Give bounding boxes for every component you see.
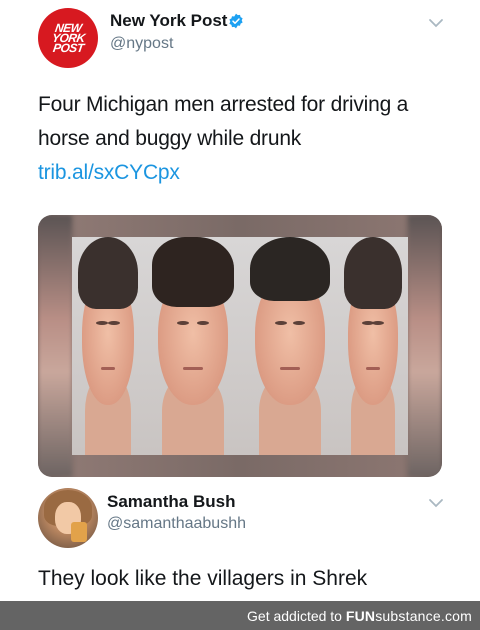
mugshot-4	[338, 237, 408, 455]
footer-brand-suffix: .com	[440, 608, 472, 624]
watermark-footer: Get addicted to FUNsubstance.com	[0, 601, 480, 630]
author-handle[interactable]: @nypost	[110, 35, 173, 53]
reply-text: They look like the villagers in Shrek	[38, 567, 368, 590]
footer-text[interactable]: Get addicted to FUNsubstance.com	[247, 608, 472, 624]
mugshot-2	[144, 237, 242, 455]
verified-badge-icon	[229, 13, 243, 29]
reply-author-name[interactable]: Samantha Bush	[107, 492, 235, 512]
footer-brand: FUNsubstance.com	[346, 608, 472, 624]
avatar-text-line-3: POST	[51, 41, 85, 55]
tweet-link[interactable]: trib.al/sxCYCpx	[38, 161, 180, 184]
photo-blur-edge-left	[38, 215, 72, 477]
footer-brand-bold: FUN	[345, 608, 376, 624]
author-name[interactable]: New York Post	[110, 11, 227, 31]
tweet-text: Four Michigan men arrested for driving a…	[38, 88, 448, 190]
photo-blur-edge-right	[408, 215, 442, 477]
chevron-down-icon[interactable]	[428, 18, 444, 28]
tweet-photo[interactable]	[38, 215, 442, 477]
mugshot-3	[242, 237, 338, 455]
samantha-avatar[interactable]	[38, 488, 98, 548]
reply-author-handle[interactable]: @samanthaabushh	[107, 515, 246, 533]
chevron-down-icon[interactable]	[428, 498, 444, 508]
nypost-avatar[interactable]: NEW YORK POST	[38, 8, 98, 68]
footer-prefix: Get addicted to	[247, 608, 342, 624]
footer-brand-rest: substance	[375, 608, 441, 624]
mugshot-1	[72, 237, 144, 455]
tweet-body: Four Michigan men arrested for driving a…	[38, 93, 409, 150]
